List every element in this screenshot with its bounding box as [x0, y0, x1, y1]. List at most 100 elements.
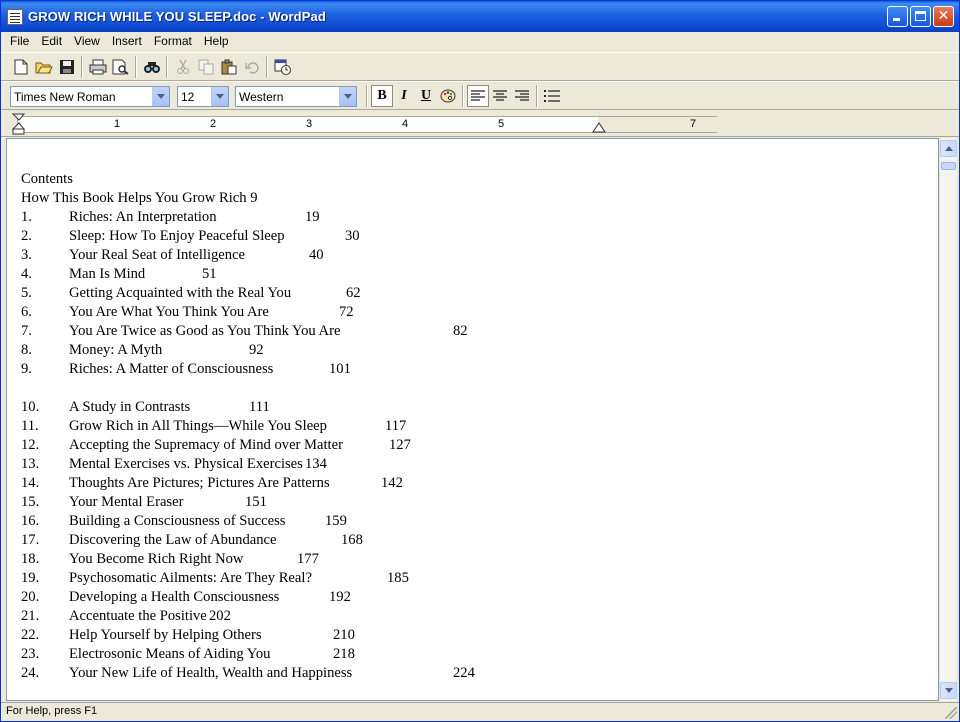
color-palette-icon [440, 89, 456, 103]
toc-page: 127 [389, 437, 411, 453]
toc-title: Riches: An Interpretation [69, 209, 217, 225]
menu-help[interactable]: Help [198, 33, 235, 50]
align-right-icon [515, 90, 529, 101]
paste-icon [221, 59, 236, 75]
toc-number: 18. [21, 551, 40, 567]
new-icon [14, 59, 27, 75]
toc-entry: 14. Thoughts Are Pictures; Pictures Are P… [21, 474, 403, 493]
copy-button[interactable] [194, 56, 217, 78]
color-button[interactable] [437, 85, 459, 107]
toc-number: 15. [21, 494, 40, 510]
resize-grip-icon[interactable] [945, 707, 957, 719]
title-bar[interactable]: GROW RICH WHILE YOU SLEEP.doc - WordPad … [1, 1, 959, 32]
toc-title: Psychosomatic Ailments: Are They Real? [69, 570, 312, 586]
toc-number: 23. [21, 646, 40, 662]
close-button[interactable]: ✕ [933, 6, 954, 27]
cut-button[interactable] [171, 56, 194, 78]
undo-button[interactable] [240, 56, 263, 78]
align-center-icon [493, 90, 507, 101]
chevron-down-icon[interactable] [211, 87, 228, 106]
font-size-value: 12 [181, 89, 195, 104]
toc-entry: 10. A Study in Contrasts 111 [21, 398, 270, 417]
toolbar-separator [135, 56, 137, 78]
wordpad-document-icon[interactable] [7, 8, 23, 25]
align-right-button[interactable] [511, 85, 533, 107]
open-button[interactable] [32, 56, 55, 78]
chevron-down-icon[interactable] [152, 87, 169, 106]
ruler[interactable]: 1 2 3 4 5 7 [12, 113, 718, 135]
toc-page: 117 [385, 418, 407, 434]
toc-entry: 24. Your New Life of Health, Wealth and H… [21, 664, 475, 683]
date-time-icon [274, 59, 291, 75]
menu-format[interactable]: Format [148, 33, 198, 50]
menu-file[interactable]: File [4, 33, 35, 50]
font-size-select[interactable]: 12 [177, 86, 229, 107]
maximize-button[interactable] [910, 6, 931, 27]
heading-text: Contents [21, 171, 73, 187]
toc-entry: 1. Riches: An Interpretation 19 [21, 208, 320, 227]
paste-button[interactable] [217, 56, 240, 78]
toc-title: Your New Life of Health, Wealth and Happ… [69, 665, 353, 681]
toc-number: 14. [21, 475, 40, 491]
menu-edit[interactable]: Edit [35, 33, 68, 50]
toc-title: Accentuate the Positive [69, 608, 207, 624]
ruler-mark: 1 [114, 118, 121, 130]
print-preview-button[interactable] [109, 56, 132, 78]
toc-page: 92 [249, 342, 264, 358]
date-time-button[interactable] [271, 56, 294, 78]
scroll-up-button[interactable] [940, 140, 957, 157]
toc-entry: 15. Your Mental Eraser 151 [21, 493, 267, 512]
menu-view[interactable]: View [68, 33, 106, 50]
toc-title: You Become Rich Right Now [69, 551, 244, 567]
minimize-icon [893, 18, 900, 21]
font-name-select[interactable]: Times New Roman [10, 86, 170, 107]
underline-button[interactable]: U [415, 85, 437, 107]
undo-icon [244, 62, 259, 74]
toc-title: Thoughts Are Pictures; Pictures Are Patt… [69, 475, 330, 491]
toc-number: 13. [21, 456, 40, 472]
toc-entry: 18. You Become Rich Right Now 177 [21, 550, 319, 569]
document-content[interactable]: Contents How This Book Helps You Grow Ri… [21, 170, 475, 683]
align-center-button[interactable] [489, 85, 511, 107]
menu-insert[interactable]: Insert [106, 33, 148, 50]
close-icon: ✕ [937, 8, 950, 24]
format-bar: Times New Roman 12 Western B I U [1, 81, 959, 110]
toc-entry: 17. Discovering the Law of Abundance 168 [21, 531, 363, 550]
toc-page: 224 [453, 665, 475, 681]
window-title: GROW RICH WHILE YOU SLEEP.doc - WordPad [28, 9, 326, 24]
toc-title: Building a Consciousness of Success [69, 513, 286, 529]
bullets-button[interactable] [541, 85, 563, 107]
wordpad-window: GROW RICH WHILE YOU SLEEP.doc - WordPad … [0, 0, 960, 722]
print-icon [89, 59, 106, 75]
minimize-button[interactable] [887, 6, 908, 27]
script-select[interactable]: Western [235, 86, 357, 107]
save-button[interactable] [55, 56, 78, 78]
bold-button[interactable]: B [371, 85, 393, 107]
document-editor[interactable]: Contents How This Book Helps You Grow Ri… [6, 138, 939, 701]
scroll-thumb[interactable] [941, 162, 956, 170]
toc-page: 151 [245, 494, 267, 510]
italic-button[interactable]: I [393, 85, 415, 107]
chevron-down-icon[interactable] [339, 87, 356, 106]
toc-page: 134 [305, 456, 327, 472]
new-button[interactable] [9, 56, 32, 78]
toc-number: 1. [21, 209, 32, 225]
open-icon [35, 62, 53, 74]
left-indent-marker[interactable] [12, 113, 26, 137]
toc-title: Grow Rich in All Things—While You Sleep [69, 418, 327, 434]
right-indent-marker[interactable] [592, 122, 606, 134]
italic-icon: I [401, 88, 407, 103]
copy-icon [198, 59, 213, 75]
scroll-down-button[interactable] [940, 682, 957, 699]
toolbar-separator [266, 56, 268, 78]
print-button[interactable] [86, 56, 109, 78]
toc-entry: 7. You Are Twice as Good as You Think You… [21, 322, 468, 341]
align-left-button[interactable] [467, 85, 489, 107]
toc-title: A Study in Contrasts [69, 399, 191, 415]
toc-number: 2. [21, 228, 32, 244]
find-button[interactable] [140, 56, 163, 78]
toc-entry: 20. Developing a Health Consciousness 192 [21, 588, 351, 607]
toc-page: 19 [305, 209, 320, 225]
vertical-scrollbar[interactable] [939, 138, 957, 701]
